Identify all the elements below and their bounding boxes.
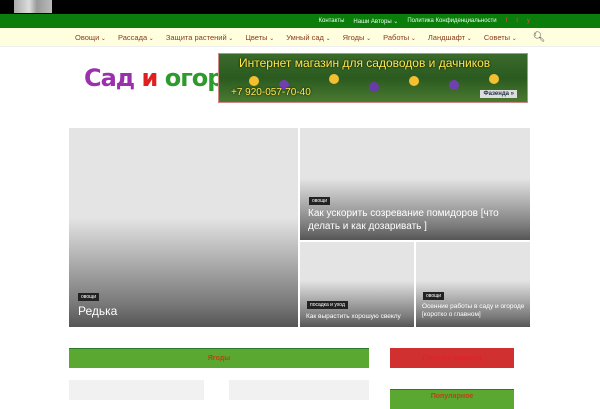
facebook-icon[interactable]: f (506, 18, 508, 24)
featured-post-2[interactable]: овощи Как ускорить созревание помидоров … (300, 128, 530, 240)
top-links-bar: Контакты Наши Авторы ⌄ Политика Конфиден… (0, 14, 600, 28)
post-category[interactable]: овощи (309, 197, 331, 205)
logo-text-2: и (141, 64, 165, 92)
nav-berries[interactable]: Ягоды (343, 33, 371, 42)
nav-seedlings[interactable]: Рассада (118, 33, 154, 42)
banner-phone: +7 920-057-70-40 (231, 87, 311, 98)
nav-flowers[interactable]: Цветы (245, 33, 274, 42)
nav-landscape[interactable]: Ландшафт (428, 33, 472, 42)
post-category[interactable]: посадка и уход (307, 301, 348, 309)
twitter-icon[interactable]: t (516, 18, 518, 24)
nav-vegetables[interactable]: Овощи (75, 33, 106, 42)
banner-title: Интернет магазин для садоводов и дачнико… (239, 56, 491, 70)
logo-text-1: Сад (84, 64, 142, 92)
post-title[interactable]: Осенние работы в саду и огороде [коротко… (422, 303, 528, 319)
nav-plant-protection[interactable]: Защита растений (166, 33, 234, 42)
link-privacy[interactable]: Политика Конфиденциальности (407, 18, 496, 24)
main-nav: Овощи Рассада Защита растений Цветы Умны… (0, 28, 600, 47)
section-berries-header[interactable]: Ягоды (69, 348, 369, 368)
featured-post-4[interactable]: овощи Осенние работы в саду и огороде [к… (416, 242, 530, 327)
nav-smart-garden[interactable]: Умный сад (286, 33, 330, 42)
section-hot-news-header[interactable]: Горячие новости (390, 348, 514, 368)
section-popular-header[interactable]: Популярное (390, 389, 514, 409)
top-black-bar (0, 0, 600, 14)
link-contacts[interactable]: Контакты (318, 18, 344, 24)
nav-works[interactable]: Работы (383, 33, 416, 42)
post-thumbnail[interactable] (69, 380, 204, 400)
post-thumbnail[interactable] (229, 380, 369, 400)
nav-tips[interactable]: Советы (484, 33, 517, 42)
post-category[interactable]: овощи (78, 293, 100, 301)
post-title[interactable]: Как вырастить хорошую свеклу (306, 313, 401, 321)
post-title[interactable]: Как ускорить созревание помидоров [что д… (308, 208, 523, 233)
featured-post-3[interactable]: посадка и уход Как вырастить хорошую све… (300, 242, 414, 327)
banner-brand: Фазенда » (480, 90, 517, 98)
youtube-icon[interactable]: y (527, 18, 530, 24)
post-title[interactable]: Редька (78, 304, 117, 319)
post-category[interactable]: овощи (423, 292, 445, 300)
featured-post-1[interactable]: овощи Редька (69, 128, 298, 327)
link-authors[interactable]: Наши Авторы ⌄ (353, 18, 398, 25)
search-icon[interactable]: 🔍︎ (533, 32, 546, 43)
ad-banner[interactable]: Интернет магазин для садоводов и дачнико… (218, 53, 528, 103)
top-image (14, 0, 52, 13)
